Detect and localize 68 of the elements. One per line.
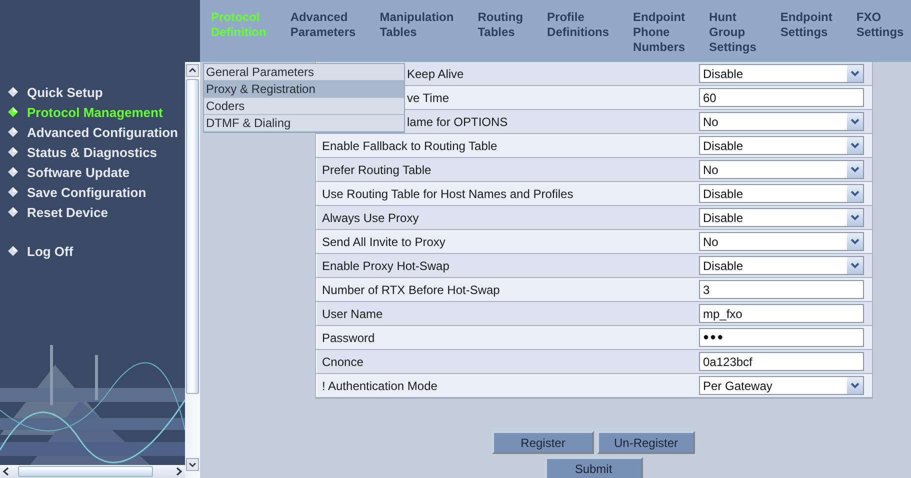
scrollbar-thumb[interactable] [18, 466, 153, 477]
input-field[interactable]: mp_fxo [699, 304, 864, 323]
action-button[interactable]: Register [492, 431, 594, 454]
chevron-down-icon [847, 233, 863, 250]
sidebar-item[interactable]: Advanced Configuration [27, 124, 178, 140]
nav-tab[interactable]: Manipulation Tables [380, 10, 454, 40]
dropdown[interactable]: Disable [699, 256, 864, 275]
nav-tab[interactable]: FXO Settings [856, 10, 904, 40]
setting-label: Use Routing Table for Host Names and Profiles [316, 182, 696, 205]
setting-label: ! Authentication Mode [316, 374, 696, 397]
submenu-item[interactable]: Proxy & Registration [204, 81, 404, 98]
password-field[interactable]: ●●● [699, 328, 864, 347]
dropdown[interactable]: No [699, 160, 864, 179]
dropdown[interactable]: Disable [699, 184, 864, 203]
nav-tab[interactable]: Profile Definitions [547, 10, 610, 40]
action-button[interactable]: Un-Register [597, 431, 695, 454]
submenu-item[interactable]: General Parameters [204, 64, 404, 81]
sidebar-item[interactable]: Software Update [27, 164, 130, 180]
setting-label: Always Use Proxy [316, 206, 696, 229]
setting-label: Send All Invite to Proxy [316, 230, 696, 253]
bullet-icon [8, 87, 18, 97]
sidebar-item[interactable]: Save Configuration [27, 184, 146, 200]
bullet-icon [8, 107, 18, 117]
bullet-icon [8, 207, 18, 217]
chevron-down-icon [847, 113, 863, 130]
scrollbar-thumb[interactable] [186, 79, 199, 394]
chevron-down-icon [847, 161, 863, 178]
setting-label: Cnonce [316, 350, 696, 373]
setting-label: Enable Fallback to Routing Table [316, 134, 696, 157]
sidebar-item[interactable]: Quick Setup [27, 84, 103, 100]
chevron-down-icon [847, 65, 863, 82]
chevron-down-icon [847, 185, 863, 202]
dropdown[interactable]: No [699, 232, 864, 251]
dropdown[interactable]: No [699, 112, 864, 131]
input-field[interactable]: 0a123bcf [699, 352, 864, 371]
nav-tab[interactable]: Advanced Parameters [290, 10, 356, 40]
nav-tab[interactable]: Endpoint Phone Numbers [633, 10, 686, 55]
submenu-item[interactable]: DTMF & Dialing [204, 115, 404, 132]
sidebar-item[interactable]: Protocol Management [27, 104, 163, 120]
dropdown[interactable]: Disable [699, 64, 864, 83]
setting-label: Prefer Routing Table [316, 158, 696, 181]
bullet-icon [8, 167, 18, 177]
sidebar-item[interactable]: Reset Device [27, 204, 108, 220]
bullet-icon [8, 246, 18, 256]
bullet-icon [8, 147, 18, 157]
action-button[interactable]: Submit [544, 457, 642, 478]
chevron-down-icon [847, 209, 863, 226]
dropdown[interactable]: Disable [699, 136, 864, 155]
chevron-down-icon [847, 137, 863, 154]
nav-tab[interactable]: Hunt Group Settings [709, 10, 756, 55]
log-off-link[interactable]: Log Off [27, 244, 74, 258]
submenu-item[interactable]: Coders [204, 98, 404, 115]
bullet-icon [8, 187, 18, 197]
setting-label: Password [316, 326, 696, 349]
nav-tab[interactable]: Routing Tables [478, 10, 524, 40]
chevron-down-icon [847, 257, 863, 274]
nav-tab[interactable]: Endpoint Settings [780, 10, 832, 40]
input-field[interactable]: 60 [699, 88, 864, 107]
setting-label: Enable Proxy Hot-Swap [316, 254, 696, 277]
setting-label: Number of RTX Before Hot-Swap [316, 278, 696, 301]
bullet-icon [8, 127, 18, 137]
horizontal-scrollbar[interactable] [0, 465, 185, 478]
dropdown[interactable]: Per Gateway [699, 376, 864, 395]
setting-label: User Name [316, 302, 696, 325]
sidebar-item[interactable]: Status & Diagnostics [27, 144, 158, 160]
input-field[interactable]: 3 [699, 280, 864, 299]
chevron-down-icon [847, 377, 863, 394]
dropdown[interactable]: Disable [699, 208, 864, 227]
